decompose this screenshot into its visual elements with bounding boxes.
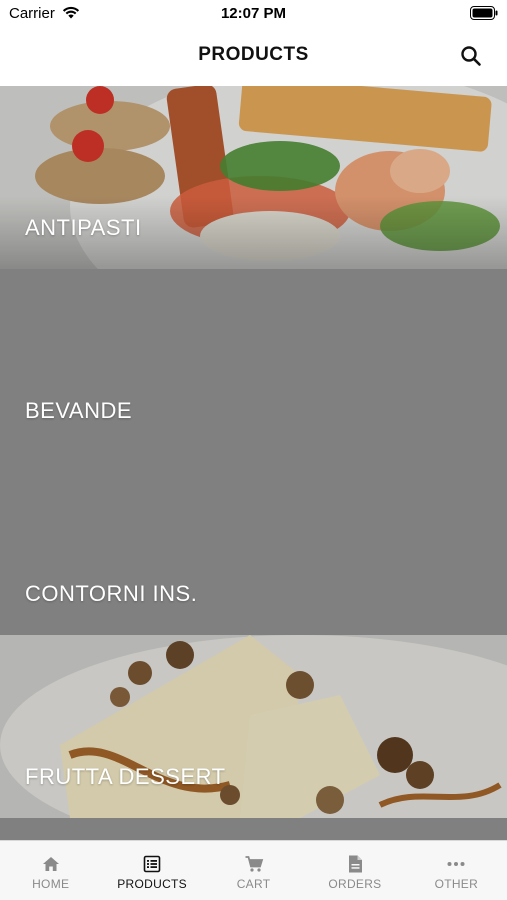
battery-icon [470, 6, 498, 20]
category-label: CONTORNI INS. [25, 581, 198, 606]
search-icon[interactable] [459, 44, 483, 68]
category-tile-antipasti[interactable]: ANTIPASTI [0, 86, 507, 269]
tab-bar: HOME PRODUCTS CART ORDERS OTHER [0, 840, 507, 900]
category-label: BEVANDE [25, 398, 133, 423]
category-label: FRUTTA DESSERT [25, 764, 226, 789]
category-list: ANTIPASTI BEVANDE CONTORNI INS. FRUTTA D… [0, 86, 507, 840]
more-dots-icon [447, 862, 465, 866]
tab-label: PRODUCTS [117, 877, 187, 891]
tab-label: ORDERS [328, 877, 382, 891]
category-tile-next[interactable] [0, 818, 507, 840]
tab-other[interactable]: OTHER [406, 841, 507, 900]
tab-label: OTHER [434, 877, 479, 891]
status-time: 12:07 PM [220, 5, 287, 22]
menu-list-icon [143, 855, 161, 873]
dessert-photo [0, 635, 507, 818]
status-bar: Carrier 12:07 PM [0, 0, 507, 28]
appetizer-plate-photo [0, 86, 507, 269]
document-icon [348, 855, 362, 873]
category-tile-frutta-dessert[interactable]: FRUTTA DESSERT [0, 635, 507, 818]
tab-orders[interactable]: ORDERS [304, 841, 405, 900]
tab-products[interactable]: PRODUCTS [101, 841, 202, 900]
category-tile-bevande[interactable]: BEVANDE [0, 269, 507, 452]
tab-cart[interactable]: CART [203, 841, 304, 900]
tab-home[interactable]: HOME [0, 841, 101, 900]
tab-label: HOME [32, 877, 70, 891]
cart-icon [245, 856, 263, 872]
category-label: ANTIPASTI [25, 215, 142, 240]
navigation-bar: PRODUCTS [0, 28, 507, 86]
tab-label: CART [236, 877, 271, 891]
home-icon [42, 857, 59, 871]
category-tile-contorni[interactable]: CONTORNI INS. [0, 452, 507, 635]
page-title: PRODUCTS [198, 44, 309, 65]
